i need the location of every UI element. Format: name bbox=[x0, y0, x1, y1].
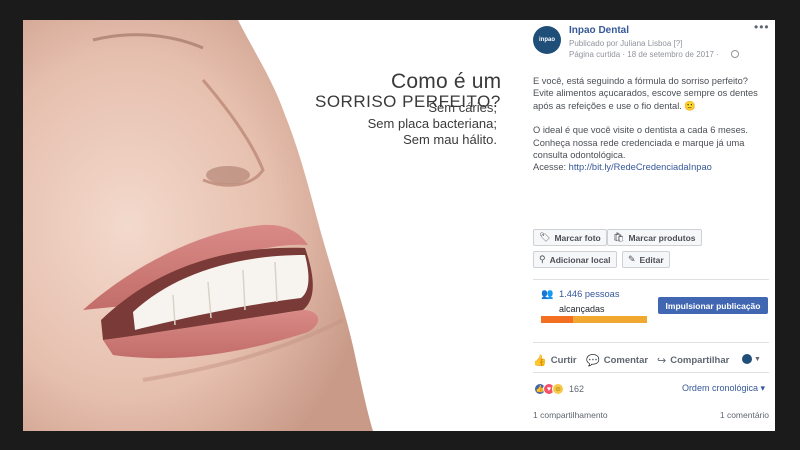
share-icon: ↪ bbox=[657, 355, 667, 367]
add-location-label: Adicionar local bbox=[549, 254, 611, 265]
ad-line-2: Sem placa bacteriana; bbox=[367, 116, 497, 131]
post-text: E você, está seguindo a fórmula do sorri… bbox=[533, 75, 771, 174]
boost-post-button[interactable]: Impulsionar publicação bbox=[658, 297, 768, 314]
page-name-link[interactable]: Inpao Dental bbox=[569, 25, 629, 36]
edit-button[interactable]: ✎ Editar bbox=[622, 251, 670, 268]
post-panel: inpao Inpao Dental Publicado por Juliana… bbox=[521, 20, 775, 431]
location-pin-icon: ⚲ bbox=[539, 254, 546, 264]
comment-icon: 💬 bbox=[586, 355, 600, 367]
tag-photo-label: Marcar foto bbox=[554, 232, 601, 243]
comment-order-dropdown[interactable]: Ordem cronológica ▾ bbox=[682, 383, 765, 394]
add-location-button[interactable]: ⚲ Adicionar local bbox=[533, 251, 617, 268]
thumbs-up-icon: 👍 bbox=[533, 355, 547, 367]
shopping-bag-icon: 🛍 bbox=[613, 232, 625, 242]
tag-products-button[interactable]: 🛍 Marcar produtos bbox=[607, 229, 702, 246]
divider bbox=[533, 279, 769, 280]
post-date[interactable]: Página curtida · 18 de setembro de 2017 … bbox=[569, 50, 719, 59]
post-link-line: Acesse: http://bit.ly/RedeCredenciadaInp… bbox=[533, 161, 771, 173]
like-label: Curtir bbox=[550, 355, 577, 366]
post-photo[interactable]: Como é um SORRISO PERFEITO? Sem cáries; … bbox=[23, 20, 521, 431]
reactions-summary[interactable]: 👍 ♥ ☺ 162 bbox=[534, 383, 584, 395]
tag-icon: 🏷 bbox=[539, 232, 551, 242]
ad-title-line-1: Como é um bbox=[391, 70, 502, 93]
post-paragraph-2: O ideal é que você visite o dentista a c… bbox=[533, 125, 748, 161]
pencil-icon: ✎ bbox=[628, 254, 636, 264]
post-link[interactable]: http://bit.ly/RedeCredenciadaInpao bbox=[569, 162, 712, 172]
like-button[interactable]: 👍 Curtir bbox=[533, 354, 577, 367]
people-icon: 👥 bbox=[541, 289, 554, 300]
ad-line-3: Sem mau hálito. bbox=[403, 132, 497, 147]
comment-label: Comentar bbox=[603, 355, 649, 366]
post-link-prefix: Acesse: bbox=[533, 162, 569, 173]
shares-count[interactable]: 1 compartilhamento bbox=[533, 410, 608, 420]
posted-by: Publicado por Juliana Lisboa [?] bbox=[569, 39, 683, 48]
share-button[interactable]: ↪ Compartilhar bbox=[657, 354, 729, 367]
tag-products-label: Marcar produtos bbox=[628, 232, 696, 243]
reach-count[interactable]: 1.446 pessoas bbox=[559, 289, 619, 299]
post-as-selector[interactable]: ▼ bbox=[742, 354, 761, 364]
reactions-count: 162 bbox=[569, 384, 585, 394]
share-label: Compartilhar bbox=[670, 355, 730, 366]
comment-button[interactable]: 💬 Comentar bbox=[586, 354, 648, 367]
page-mini-avatar bbox=[742, 354, 752, 364]
reach-bar bbox=[541, 316, 647, 323]
ad-line-1: Sem cáries; bbox=[428, 100, 497, 115]
divider bbox=[533, 372, 769, 373]
tag-photo-button[interactable]: 🏷 Marcar foto bbox=[533, 229, 607, 246]
globe-icon bbox=[731, 50, 739, 58]
edit-label: Editar bbox=[639, 254, 664, 265]
divider bbox=[533, 342, 769, 343]
haha-reaction-icon: ☺ bbox=[552, 383, 564, 395]
reach-label: alcançadas bbox=[559, 304, 605, 314]
post-paragraph-1: E você, está seguindo a fórmula do sorri… bbox=[533, 76, 758, 111]
reach-bar-organic bbox=[541, 316, 573, 323]
more-options-icon[interactable]: ••• bbox=[754, 20, 770, 34]
page-avatar[interactable]: inpao bbox=[533, 26, 561, 54]
comments-count[interactable]: 1 comentário bbox=[720, 410, 769, 420]
chevron-down-icon: ▼ bbox=[754, 355, 761, 363]
avatar-logo-text: inpao bbox=[539, 37, 555, 43]
